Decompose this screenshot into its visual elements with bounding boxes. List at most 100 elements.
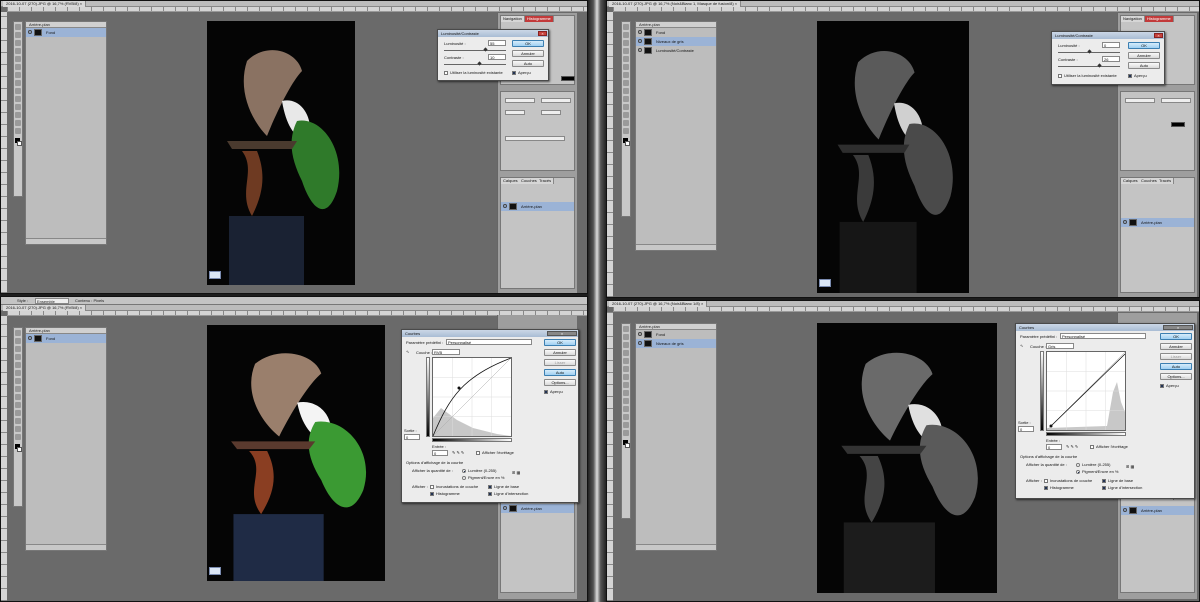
tab-layers[interactable]: Calques [501, 178, 521, 184]
tab-histogram[interactable]: Histogramme [525, 16, 554, 22]
marquee-tool-icon[interactable] [623, 32, 629, 38]
tab-histogram[interactable]: Histogramme [1145, 16, 1174, 22]
text-tool-icon[interactable] [623, 112, 629, 118]
smooth-button[interactable]: Lisser [1160, 353, 1192, 360]
legacy-checkbox[interactable] [444, 71, 448, 75]
auto-button[interactable]: Auto [1160, 363, 1192, 370]
channel-select[interactable]: Gris [1046, 343, 1074, 349]
curve-graph[interactable] [1046, 351, 1126, 431]
eraser-tool-icon[interactable] [15, 394, 21, 400]
eye-icon[interactable] [638, 30, 642, 34]
preview-checkbox[interactable] [544, 390, 548, 394]
wand-tool-icon[interactable] [623, 48, 629, 54]
layer-row[interactable]: Arrière-plan [501, 202, 574, 211]
gradient-tool-icon[interactable] [15, 96, 21, 102]
contrast-slider[interactable] [444, 61, 506, 66]
move-tool-icon[interactable] [623, 326, 629, 332]
background-color-swatch[interactable] [625, 443, 630, 448]
lasso-tool-icon[interactable] [15, 346, 21, 352]
channel-select[interactable]: RVB [432, 349, 460, 355]
eye-icon[interactable] [638, 48, 642, 52]
auto-button[interactable]: Auto [512, 60, 544, 67]
input-input[interactable]: 0 [1046, 444, 1062, 450]
background-color-swatch[interactable] [625, 141, 630, 146]
preview-checkbox[interactable] [512, 71, 516, 75]
show-clipping-checkbox[interactable] [1090, 445, 1094, 449]
brightness-slider[interactable] [444, 47, 506, 52]
preview-checkbox[interactable] [1160, 384, 1164, 388]
brush-tool-icon[interactable] [15, 378, 21, 384]
contrast-input[interactable]: 10 [488, 54, 506, 60]
brightness-input[interactable]: 0 [1102, 42, 1120, 48]
leading-field[interactable] [541, 110, 561, 115]
crop-tool-icon[interactable] [15, 362, 21, 368]
layer-row[interactable]: Fond [636, 330, 716, 339]
cancel-button[interactable]: Annuler [512, 50, 544, 57]
tab-navigator[interactable]: Navigation [501, 16, 525, 22]
marquee-tool-icon[interactable] [623, 334, 629, 340]
stamp-tool-icon[interactable] [623, 382, 629, 388]
eye-icon[interactable] [638, 332, 642, 336]
zoom-tool-icon[interactable] [15, 128, 21, 134]
cancel-button[interactable]: Annuler [1128, 52, 1160, 59]
pigment-radio[interactable] [1076, 470, 1080, 474]
zoom-tool-icon[interactable] [15, 434, 21, 440]
image-canvas[interactable] [817, 323, 997, 593]
layer-row[interactable]: Luminosité/Contraste [636, 46, 716, 55]
gradient-tool-icon[interactable] [623, 96, 629, 102]
crop-tool-icon[interactable] [15, 56, 21, 62]
cancel-button[interactable]: Annuler [544, 349, 576, 356]
eyedropper-icon[interactable] [623, 366, 629, 372]
options-button[interactable]: Options... [1160, 373, 1192, 380]
eraser-tool-icon[interactable] [623, 390, 629, 396]
lasso-tool-icon[interactable] [623, 40, 629, 46]
layer-row[interactable]: Fond [26, 334, 106, 343]
layer-row[interactable]: Fond [26, 28, 106, 37]
channel-overlays-checkbox[interactable] [1044, 479, 1048, 483]
output-input[interactable]: 0 [1018, 426, 1034, 432]
eye-icon[interactable] [1123, 508, 1127, 512]
eraser-tool-icon[interactable] [15, 88, 21, 94]
pen-tool-icon[interactable] [623, 406, 629, 412]
pen-tool-icon[interactable] [623, 104, 629, 110]
eye-icon[interactable] [638, 341, 642, 345]
move-tool-icon[interactable] [15, 24, 21, 30]
histogram-checkbox[interactable] [430, 492, 434, 496]
wand-tool-icon[interactable] [623, 350, 629, 356]
font-style-field[interactable] [1161, 98, 1191, 103]
options-button[interactable]: Options... [544, 379, 576, 386]
background-color-swatch[interactable] [17, 447, 22, 452]
brightness-input[interactable]: 55 [488, 40, 506, 46]
input-input[interactable]: 0 [432, 450, 448, 456]
ok-button[interactable]: OK [1160, 333, 1192, 340]
layer-row[interactable]: Fond [636, 28, 716, 37]
cancel-button[interactable]: Annuler [1160, 343, 1192, 350]
brightness-slider[interactable] [1058, 49, 1120, 54]
baseline-checkbox[interactable] [488, 485, 492, 489]
move-tool-icon[interactable] [623, 24, 629, 30]
layer-row[interactable]: Niveaux de gris [636, 339, 716, 348]
pigment-radio[interactable] [462, 476, 466, 480]
image-canvas[interactable] [817, 21, 969, 293]
close-icon[interactable]: × [1163, 325, 1193, 330]
lasso-tool-icon[interactable] [15, 40, 21, 46]
preset-select[interactable]: Personnalisé [446, 339, 532, 345]
tab-paths[interactable]: Tracés [1157, 178, 1175, 184]
stamp-tool-icon[interactable] [623, 80, 629, 86]
layer-row[interactable]: Arrière-plan [501, 504, 574, 513]
intersection-checkbox[interactable] [488, 492, 492, 496]
close-icon[interactable]: × [538, 31, 547, 36]
eye-icon[interactable] [28, 30, 32, 34]
eyedropper-icon[interactable]: ✎ ✎ ✎ [1066, 444, 1078, 449]
eyedropper-icon[interactable] [623, 64, 629, 70]
slider-knob[interactable] [1097, 63, 1102, 68]
stamp-tool-icon[interactable] [15, 80, 21, 86]
wand-tool-icon[interactable] [15, 48, 21, 54]
hand-tool-icon[interactable] [623, 422, 629, 428]
hand-tool-icon[interactable] [15, 426, 21, 432]
marquee-tool-icon[interactable] [15, 338, 21, 344]
eye-icon[interactable] [503, 506, 507, 510]
brush-tool-icon[interactable] [623, 374, 629, 380]
ok-button[interactable]: OK [544, 339, 576, 346]
hand-tool-icon[interactable] [15, 120, 21, 126]
